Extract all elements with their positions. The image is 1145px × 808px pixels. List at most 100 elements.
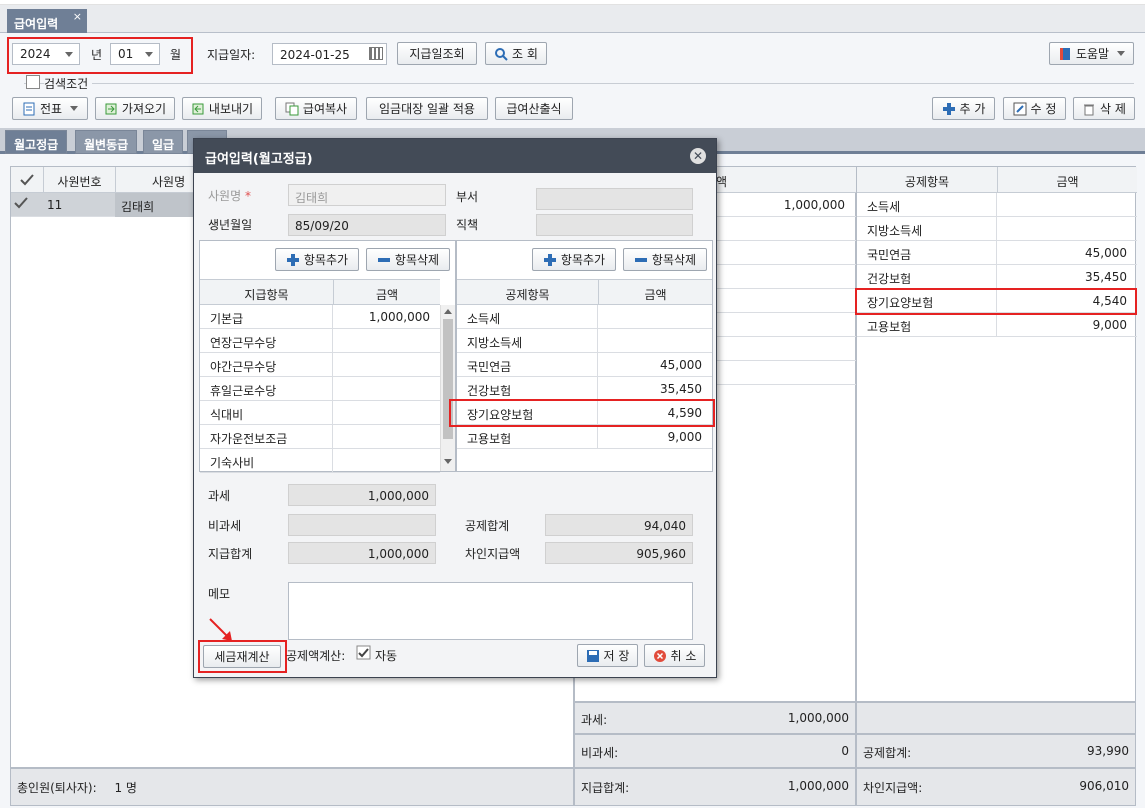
item-name-cell[interactable]: 고용보험 bbox=[457, 425, 598, 449]
memo-label: 메모 bbox=[208, 587, 231, 601]
col-header-pay-item[interactable]: 지급항목 bbox=[200, 279, 333, 305]
tab-payroll-entry[interactable]: 급여입력 × bbox=[7, 9, 87, 33]
item-amount-cell[interactable] bbox=[333, 449, 440, 473]
payroll-modal: 급여입력(월고정급) ✕ 사원명 * 김태희 부서 생년월일 85/09/20 … bbox=[193, 138, 717, 678]
scrollbar[interactable] bbox=[440, 305, 455, 471]
add-pay-item-button[interactable]: 항목추가 bbox=[275, 248, 359, 271]
item-amount-cell[interactable]: 35,450 bbox=[997, 265, 1137, 289]
book-icon bbox=[1058, 47, 1072, 61]
item-name-cell[interactable]: 건강보험 bbox=[857, 265, 997, 289]
item-amount-cell[interactable]: 1,000,000 bbox=[333, 305, 440, 329]
deduction-grid: 공제항목 금액 소득세 지방소득세 국민연금 45,000 건강보험 35,450 장기요양… bbox=[855, 166, 1137, 702]
pay-date-input[interactable]: 2024-01-25 bbox=[272, 43, 387, 65]
import-button[interactable]: 가져오기 bbox=[95, 97, 175, 120]
col-header-emp-id[interactable]: 사원번호 bbox=[43, 167, 115, 193]
delete-button[interactable]: 삭 제 bbox=[1073, 97, 1135, 120]
dept-label: 부서 bbox=[456, 190, 479, 204]
item-name-cell[interactable]: 지방소득세 bbox=[457, 329, 598, 353]
item-name-cell[interactable]: 건강보험 bbox=[457, 377, 598, 401]
calendar-icon[interactable] bbox=[369, 47, 383, 60]
item-name-cell[interactable]: 소득세 bbox=[457, 305, 598, 329]
birth-label: 생년월일 bbox=[208, 218, 253, 232]
close-icon[interactable]: × bbox=[73, 10, 82, 23]
item-amount-cell[interactable] bbox=[598, 305, 712, 329]
select-all-checkbox[interactable] bbox=[11, 167, 43, 193]
pay-total-label: 지급합계: bbox=[581, 781, 630, 795]
tab-monthly-variable[interactable]: 월변동급 bbox=[75, 130, 138, 154]
item-name-cell[interactable]: 고용보험 bbox=[857, 313, 997, 337]
auto-checkbox[interactable] bbox=[356, 645, 372, 664]
search-label: 조 회 bbox=[512, 47, 538, 61]
item-name-cell[interactable]: 기숙사비 bbox=[200, 449, 333, 473]
col-header-amount[interactable]: 금액 bbox=[997, 167, 1137, 193]
tax-field: 1,000,000 bbox=[288, 484, 436, 506]
tab-bar: 급여입력 × bbox=[0, 5, 1145, 33]
item-amount-cell[interactable] bbox=[333, 425, 440, 449]
item-name-cell[interactable]: 국민연금 bbox=[457, 353, 598, 377]
plus-icon bbox=[543, 253, 557, 267]
pay-total-label: 지급합계 bbox=[208, 547, 253, 561]
formula-button[interactable]: 급여산출식 bbox=[495, 97, 573, 120]
memo-textarea[interactable] bbox=[288, 582, 693, 640]
item-name-cell[interactable]: 연장근무수당 bbox=[200, 329, 333, 353]
cancel-label: 취 소 bbox=[670, 649, 697, 663]
cancel-button[interactable]: 취 소 bbox=[644, 644, 705, 667]
pay-date-lookup-button[interactable]: 지급일조회 bbox=[397, 42, 477, 65]
close-icon[interactable]: ✕ bbox=[690, 148, 706, 164]
item-amount-cell[interactable] bbox=[333, 329, 440, 353]
item-name-cell[interactable]: 지방소득세 bbox=[857, 217, 997, 241]
tab-daily[interactable]: 일급 bbox=[143, 130, 184, 154]
item-amount-cell[interactable]: 45,000 bbox=[598, 353, 712, 377]
net-label: 차인지급액 bbox=[465, 547, 521, 561]
delete-ded-item-button[interactable]: 항목삭제 bbox=[623, 248, 707, 271]
add-label: 추 가 bbox=[959, 102, 986, 116]
apply-wage-button[interactable]: 임금대장 일괄 적용 bbox=[366, 97, 488, 120]
nontax-summary: 비과세: 0 bbox=[574, 734, 856, 768]
export-button[interactable]: 내보내기 bbox=[182, 97, 262, 120]
item-amount-cell[interactable] bbox=[997, 193, 1137, 217]
item-amount-cell[interactable] bbox=[333, 377, 440, 401]
modal-title: 급여입력(월고정급) bbox=[205, 152, 313, 167]
net-summary: 차인지급액: 906,010 bbox=[856, 768, 1136, 806]
item-name-cell[interactable]: 국민연금 bbox=[857, 241, 997, 265]
help-button[interactable]: 도움말 bbox=[1049, 42, 1134, 65]
add-button[interactable]: 추 가 bbox=[932, 97, 995, 120]
scroll-down-icon[interactable] bbox=[444, 459, 452, 464]
col-header-amount[interactable]: 금액 bbox=[333, 279, 440, 305]
row-checkbox[interactable] bbox=[13, 196, 29, 213]
item-amount-cell[interactable] bbox=[598, 329, 712, 353]
net-label: 차인지급액: bbox=[863, 781, 923, 795]
copy-pay-button[interactable]: 급여복사 bbox=[275, 97, 357, 120]
voucher-button[interactable]: 전표 bbox=[12, 97, 88, 120]
tab-monthly-fixed[interactable]: 월고정급 bbox=[5, 130, 68, 154]
item-amount-cell[interactable]: 35,450 bbox=[598, 377, 712, 401]
search-icon bbox=[494, 47, 508, 61]
col-header-deduction[interactable]: 공제항목 bbox=[857, 167, 997, 193]
highlight-box bbox=[7, 37, 193, 74]
item-amount-cell[interactable]: 9,000 bbox=[997, 313, 1137, 337]
item-amount-cell[interactable] bbox=[333, 353, 440, 377]
item-amount-cell[interactable] bbox=[997, 217, 1137, 241]
edit-button[interactable]: 수 정 bbox=[1003, 97, 1066, 120]
item-name-cell[interactable]: 소득세 bbox=[857, 193, 997, 217]
add-ded-item-button[interactable]: 항목추가 bbox=[532, 248, 616, 271]
item-name-cell[interactable]: 기본급 bbox=[200, 305, 333, 329]
search-conditions-checkbox[interactable] bbox=[26, 75, 40, 89]
col-header-amount[interactable]: 금액 bbox=[598, 279, 712, 305]
item-amount-cell[interactable]: 45,000 bbox=[997, 241, 1137, 265]
item-amount-cell[interactable] bbox=[333, 401, 440, 425]
save-button[interactable]: 저 장 bbox=[577, 644, 638, 667]
delete-pay-item-button[interactable]: 항목삭제 bbox=[366, 248, 450, 271]
scroll-up-icon[interactable] bbox=[444, 309, 452, 314]
item-amount-cell[interactable]: 9,000 bbox=[598, 425, 712, 449]
item-name-cell[interactable]: 휴일근로수당 bbox=[200, 377, 333, 401]
search-button[interactable]: 조 회 bbox=[485, 42, 547, 65]
item-name-cell[interactable]: 식대비 bbox=[200, 401, 333, 425]
highlight-box bbox=[449, 399, 715, 427]
item-name-cell[interactable]: 자가운전보조금 bbox=[200, 425, 333, 449]
pay-total-field: 1,000,000 bbox=[288, 542, 436, 564]
add-item-label: 항목추가 bbox=[560, 253, 606, 267]
item-name-cell[interactable]: 야간근무수당 bbox=[200, 353, 333, 377]
modal-header: 급여입력(월고정급) ✕ bbox=[194, 139, 716, 173]
col-header-deduction[interactable]: 공제항목 bbox=[457, 279, 598, 305]
